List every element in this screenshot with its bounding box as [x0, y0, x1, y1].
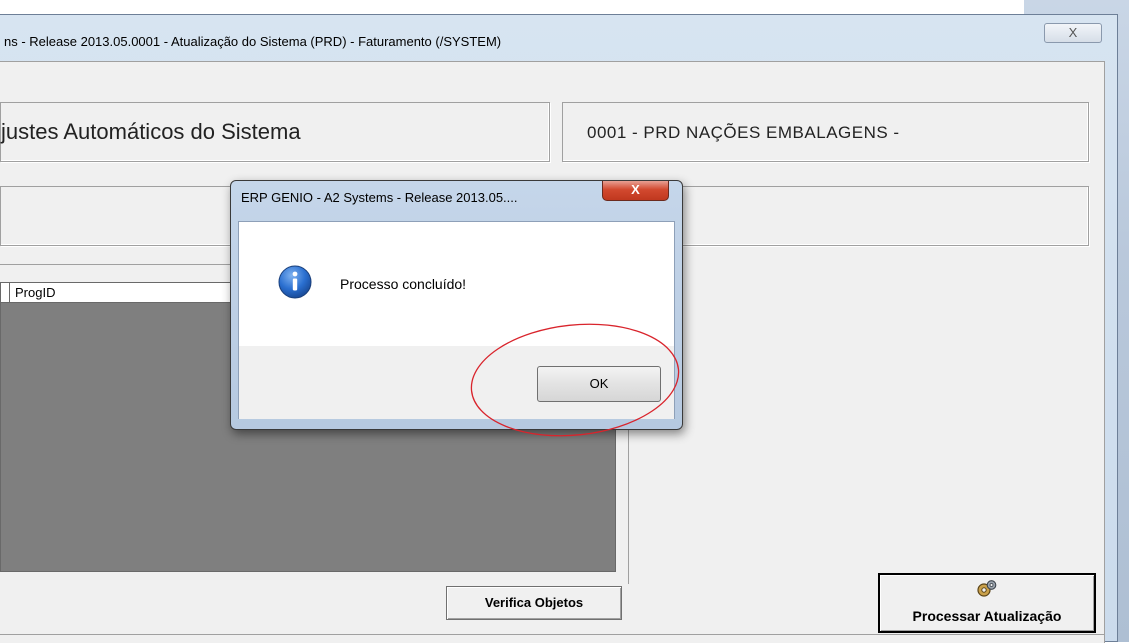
annotation-ellipse: [470, 323, 680, 437]
grid-column-separator: [9, 283, 10, 303]
processar-atualizacao-label: Processar Atualização: [912, 608, 1062, 624]
window-title: ns - Release 2013.05.0001 - Atualização …: [4, 34, 502, 49]
page-title: justes Automáticos do Sistema: [1, 119, 301, 144]
company-panel: 0001 - PRD NAÇÕES EMBALAGENS -: [562, 102, 1089, 162]
dialog-message: Processo concluído!: [340, 276, 467, 292]
grid-column-progid[interactable]: ProgID: [15, 285, 55, 300]
company-label: 0001 - PRD NAÇÕES EMBALAGENS -: [587, 123, 900, 142]
header-title-panel: justes Automáticos do Sistema: [0, 102, 550, 162]
dialog-title: ERP GENIO - A2 Systems - Release 2013.05…: [241, 190, 518, 205]
verifica-objetos-button[interactable]: Verifica Objetos: [446, 586, 622, 620]
window-close-button[interactable]: X: [1044, 23, 1102, 43]
gears-icon: [977, 580, 997, 597]
status-divider: [0, 634, 1104, 635]
info-icon: [278, 265, 312, 299]
top-strip: [0, 0, 1020, 14]
dialog-close-button[interactable]: X: [602, 181, 669, 201]
processar-atualizacao-button[interactable]: Processar Atualização: [878, 573, 1096, 633]
